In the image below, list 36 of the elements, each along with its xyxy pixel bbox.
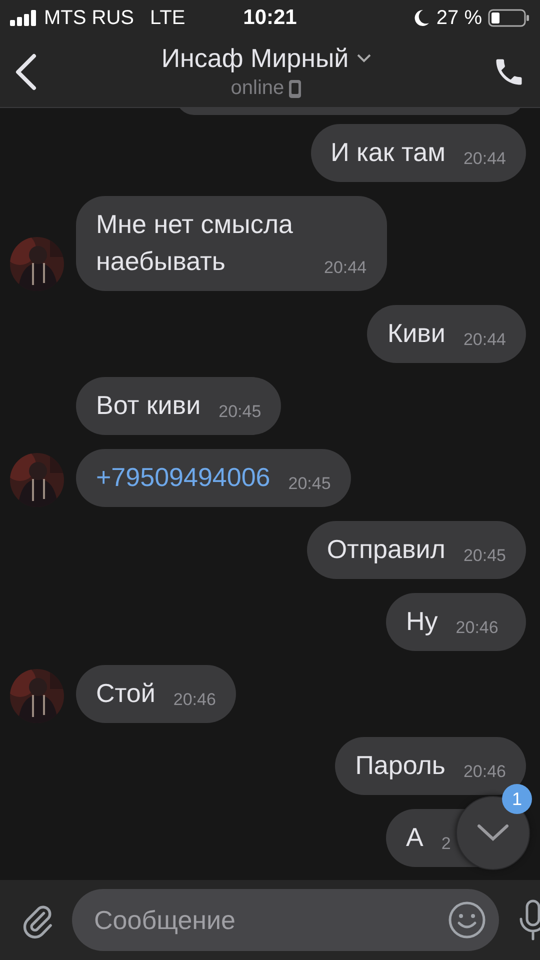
contact-name[interactable]: Инсаф Мирный xyxy=(161,43,349,74)
unread-badge: 1 xyxy=(502,784,532,814)
chevron-down-icon xyxy=(477,824,509,842)
message-input-field[interactable]: Сообщение xyxy=(72,889,499,951)
message-text: И как там xyxy=(330,136,446,169)
phone-link[interactable]: +79509494006 xyxy=(96,462,270,492)
chevron-down-icon[interactable] xyxy=(356,54,371,63)
message-text: А xyxy=(406,821,424,854)
online-status: online xyxy=(230,77,284,100)
battery-percent: 27 % xyxy=(436,6,482,30)
network-type: LTE xyxy=(150,6,186,30)
microphone-icon[interactable] xyxy=(517,899,540,941)
message-text: Стой xyxy=(96,677,156,710)
message-text: Отправил xyxy=(326,533,446,566)
battery-icon xyxy=(488,9,530,27)
message-time: 2 xyxy=(441,834,451,854)
emoji-icon[interactable] xyxy=(447,900,487,940)
message-text: Мне нет смысла наебывать xyxy=(96,208,294,278)
message-text: Вот киви xyxy=(96,389,201,422)
message-time: 20:44 xyxy=(324,258,367,278)
message-time: 20:44 xyxy=(463,149,506,169)
message-time: 20:44 xyxy=(463,330,506,350)
moon-icon xyxy=(414,9,430,27)
carrier-name: MTS RUS xyxy=(44,6,134,30)
message-time: 20:46 xyxy=(463,762,506,782)
message-time: 20:45 xyxy=(463,546,506,566)
message-time: 20:46 xyxy=(173,690,216,710)
message-text: Ну xyxy=(406,605,438,638)
message-time: 20:46 xyxy=(456,618,498,638)
clock-time: 10:21 xyxy=(243,6,297,30)
message-time: 20:45 xyxy=(218,402,262,422)
message-time: 20:45 xyxy=(288,474,331,494)
message-text: Пароль xyxy=(355,749,446,782)
signal-icon xyxy=(10,10,38,26)
message-text: Киви xyxy=(387,317,446,350)
phone-device-icon xyxy=(289,80,302,98)
